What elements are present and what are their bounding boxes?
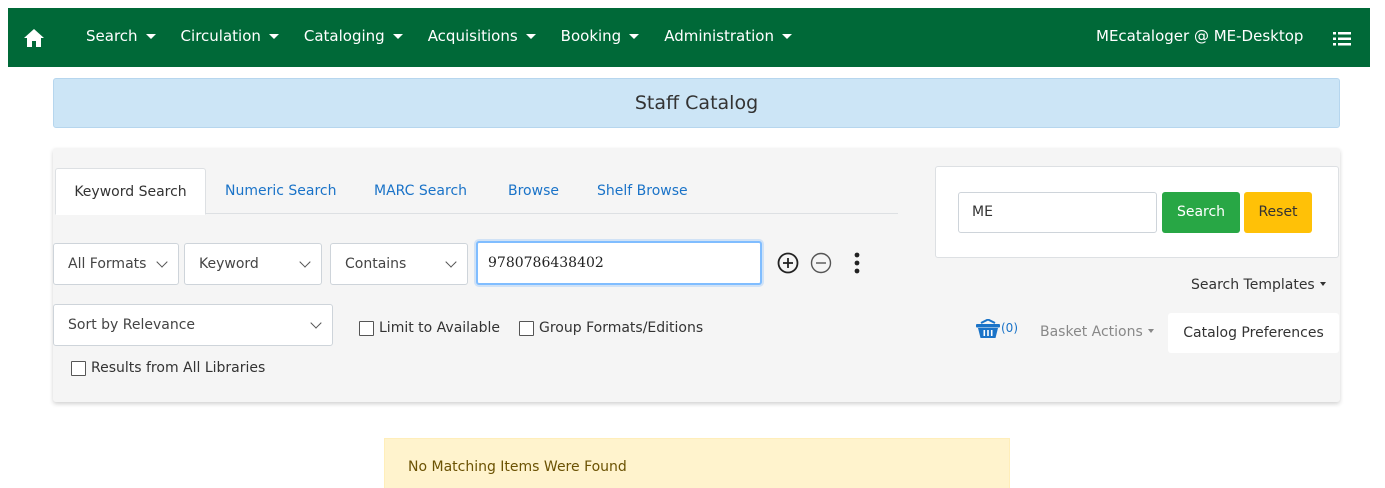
nav-administration[interactable]: Administration <box>664 27 792 45</box>
no-results-alert: No Matching Items Were Found <box>384 438 1010 488</box>
home-icon[interactable] <box>23 28 45 48</box>
search-button[interactable]: Search <box>1162 192 1240 233</box>
checkbox-box[interactable] <box>519 320 534 336</box>
tab-numeric-search[interactable]: Numeric Search <box>225 168 337 214</box>
field-select[interactable]: Keyword <box>184 243 322 285</box>
basket-actions-dropdown[interactable]: Basket Actions <box>1040 324 1154 340</box>
match-type-select[interactable]: Contains <box>330 243 468 285</box>
page-title-banner: Staff Catalog <box>53 78 1340 128</box>
search-templates-dropdown[interactable]: Search Templates <box>1191 277 1326 293</box>
quick-search-input[interactable]: ME <box>958 192 1157 233</box>
caret-down-icon <box>525 34 536 39</box>
chevron-down-icon <box>445 256 457 268</box>
caret-down-icon <box>1319 282 1326 286</box>
chevron-down-icon <box>310 317 322 329</box>
nav-menu: Search Circulation Cataloging Acquisitio… <box>86 27 817 45</box>
caret-down-icon <box>781 34 792 39</box>
checkbox-box[interactable] <box>359 320 374 336</box>
catalog-preferences-button[interactable]: Catalog Preferences <box>1168 313 1339 353</box>
nav-booking[interactable]: Booking <box>561 27 640 45</box>
tab-browse[interactable]: Browse <box>508 168 559 214</box>
basket-count[interactable]: (0) <box>1001 321 1018 335</box>
all-libraries-checkbox[interactable]: Results from All Libraries <box>71 360 265 376</box>
limit-to-available-checkbox[interactable]: Limit to Available <box>359 320 500 336</box>
checkbox-box[interactable] <box>71 360 86 376</box>
nav-circulation[interactable]: Circulation <box>181 27 279 45</box>
chevron-down-icon <box>156 256 168 268</box>
chevron-down-icon <box>299 256 311 268</box>
group-formats-checkbox[interactable]: Group Formats/Editions <box>519 320 703 336</box>
user-workstation-label[interactable]: MEcataloger @ ME-Desktop <box>1096 27 1303 45</box>
format-select[interactable]: All Formats <box>53 243 179 285</box>
list-icon[interactable] <box>1333 32 1351 46</box>
more-options-icon[interactable] <box>853 252 861 274</box>
tab-shelf-browse[interactable]: Shelf Browse <box>597 168 688 214</box>
reset-button[interactable]: Reset <box>1244 192 1312 233</box>
search-query-input[interactable]: 9780786438402 <box>476 241 762 285</box>
caret-down-icon <box>629 34 640 39</box>
search-tabs: Keyword Search Numeric Search MARC Searc… <box>55 168 898 215</box>
add-row-plus-circle-icon[interactable] <box>777 252 799 274</box>
nav-search[interactable]: Search <box>86 27 156 45</box>
nav-cataloging[interactable]: Cataloging <box>304 27 403 45</box>
top-navbar: Search Circulation Cataloging Acquisitio… <box>8 8 1370 67</box>
caret-down-icon <box>145 34 156 39</box>
tab-marc-search[interactable]: MARC Search <box>374 168 467 214</box>
basket-icon[interactable] <box>976 319 1000 339</box>
tab-keyword-search[interactable]: Keyword Search <box>55 168 206 215</box>
caret-down-icon <box>268 34 279 39</box>
caret-down-icon <box>392 34 403 39</box>
nav-acquisitions[interactable]: Acquisitions <box>428 27 536 45</box>
remove-row-minus-circle-icon[interactable] <box>810 252 832 274</box>
caret-down-icon <box>1147 329 1154 333</box>
sort-select[interactable]: Sort by Relevance <box>53 304 333 346</box>
